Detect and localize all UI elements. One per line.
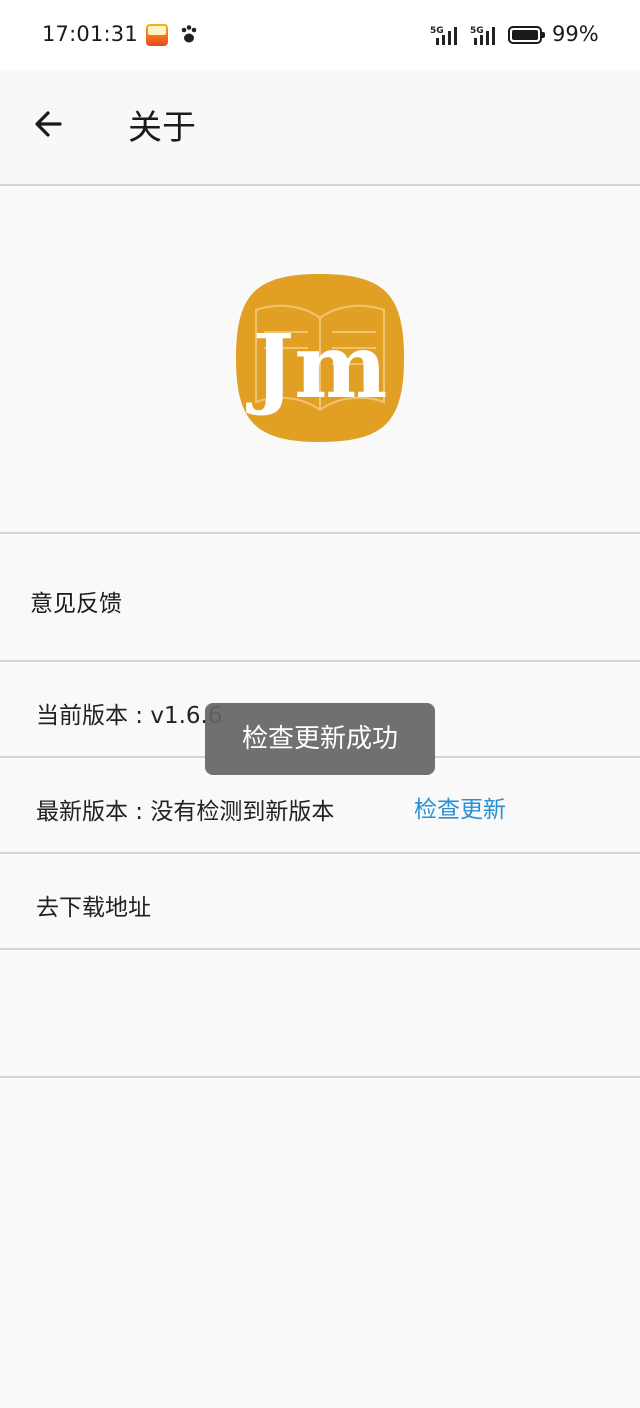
feedback-row[interactable]: 意见反馈 — [0, 534, 640, 660]
check-update-button[interactable]: 检查更新 — [414, 790, 506, 824]
status-time: 17:01:31 — [42, 22, 138, 46]
paw-icon — [181, 25, 197, 43]
app-bar: 关于 — [0, 70, 640, 186]
feedback-label: 意见反馈 — [30, 591, 122, 617]
app-logo: Jm — [236, 274, 404, 442]
signal-label-1: 5G — [430, 26, 444, 36]
current-version-text: 当前版本 : v1.6.6 — [36, 703, 223, 729]
toast-message: 检查更新成功 — [205, 703, 435, 775]
arrow-left-icon[interactable] — [28, 102, 72, 146]
signal-5g-icon: 5G — [470, 26, 495, 45]
divider — [0, 948, 640, 950]
battery-icon — [508, 26, 545, 44]
logo-text: Jm — [246, 314, 388, 418]
download-link[interactable]: 去下载地址 — [36, 888, 151, 922]
notification-app-icon — [146, 24, 168, 46]
signal-label-2: 5G — [470, 26, 484, 36]
battery-percent: 99% — [552, 22, 599, 46]
logo-area: Jm — [0, 186, 640, 532]
latest-version-text: 最新版本 : 没有检测到新版本 — [36, 799, 335, 825]
divider — [0, 1076, 640, 1078]
download-row[interactable]: 去下载地址 — [0, 854, 640, 948]
status-bar: 17:01:31 5G 5G 99% — [0, 0, 640, 70]
page-title: 关于 — [128, 108, 196, 148]
signal-5g-icon: 5G — [430, 26, 457, 45]
